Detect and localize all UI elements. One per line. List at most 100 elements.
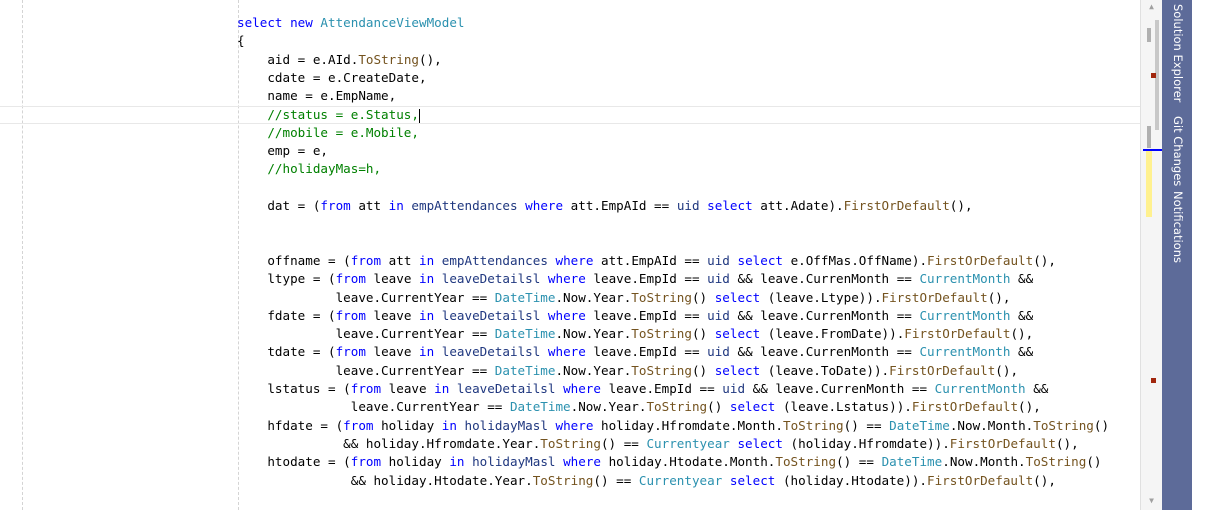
code-token: select — [707, 198, 761, 213]
code-token: in — [419, 253, 442, 268]
code-token: () — [1093, 418, 1110, 433]
code-token: ToString — [631, 326, 692, 341]
code-token: { — [237, 33, 245, 48]
code-line: && holiday.Hfromdate.Year.ToString() == … — [237, 435, 1079, 453]
code-token: () == — [836, 454, 882, 469]
code-token: leave.CurrentYear == — [237, 290, 495, 305]
code-token: where — [547, 344, 594, 359]
code-token: empAttendances — [441, 253, 556, 268]
tab-git-changes[interactable]: Git Changes — [1162, 116, 1192, 187]
code-token: (), — [1055, 436, 1079, 451]
tab-notifications[interactable]: Notifications — [1162, 191, 1192, 263]
code-token: //holidayMas=h, — [237, 161, 382, 176]
error-marker — [1151, 73, 1156, 78]
code-line: name = e.EmpName, — [237, 87, 396, 105]
code-token: leave — [373, 271, 419, 286]
code-token: (leave.Lstatus)). — [782, 399, 912, 414]
code-token: () — [691, 326, 715, 341]
code-token: in — [388, 198, 412, 213]
tab-label: Solution Explorer — [1171, 4, 1185, 103]
indent-guide — [22, 0, 23, 510]
code-line: leave.CurrentYear == DateTime.Now.Year.T… — [237, 325, 1034, 343]
code-token: FirstOrDefault — [927, 253, 1034, 268]
code-token: select — [729, 473, 783, 488]
code-token: () — [691, 363, 715, 378]
code-line: emp = e, — [237, 142, 328, 160]
code-token: FirstOrDefault — [927, 473, 1034, 488]
code-token: leave.CurrentYear == — [237, 326, 495, 341]
code-token: dat = ( — [237, 198, 321, 213]
code-line: leave.CurrentYear == DateTime.Now.Year.T… — [237, 362, 1018, 380]
code-token: holiday — [381, 418, 442, 433]
code-token: att — [388, 253, 419, 268]
code-token: from — [335, 308, 374, 323]
code-editor[interactable]: select new AttendanceViewModel{ aid = e.… — [0, 0, 1140, 510]
code-token: select — [714, 363, 768, 378]
code-token: where — [525, 198, 571, 213]
code-token: .Now.Month. — [949, 418, 1034, 433]
code-token: () == — [600, 436, 647, 451]
scroll-up-arrow-icon[interactable]: ▲ — [1141, 0, 1162, 14]
tab-solution-explorer[interactable]: Solution Explorer — [1162, 4, 1192, 108]
code-line: leave.CurrentYear == DateTime.Now.Year.T… — [237, 398, 1041, 416]
code-token: where — [547, 308, 594, 323]
code-token: ToString — [631, 363, 692, 378]
code-token: (), — [1033, 253, 1056, 268]
code-token: name = e.EmpName, — [237, 88, 397, 103]
code-line: tdate = (from leave in leaveDetailsl whe… — [237, 343, 1033, 361]
code-token: uid — [722, 381, 753, 396]
code-line: lstatus = (from leave in leaveDetailsl w… — [237, 380, 1048, 398]
code-token: in — [419, 344, 442, 359]
code-token: (holiday.Hfromdate)). — [790, 436, 950, 451]
code-token: () == — [593, 473, 639, 488]
code-token: leaveDetailsl — [441, 344, 548, 359]
code-token: leave.EmpId == — [593, 308, 708, 323]
code-token: from — [350, 381, 389, 396]
scroll-down-arrow-icon[interactable]: ▼ — [1141, 494, 1162, 508]
code-token: offname = ( — [237, 253, 351, 268]
code-token: leave.CurrentYear == — [237, 399, 510, 414]
code-line: htodate = (from holiday in holidayMasl w… — [237, 453, 1101, 471]
code-token: uid — [707, 308, 738, 323]
code-token: .Now.Year. — [570, 399, 647, 414]
code-token: att — [358, 198, 389, 213]
code-token: && holiday.Htodate.Year. — [237, 473, 533, 488]
code-token: () — [691, 290, 715, 305]
text-caret — [418, 108, 420, 123]
code-token: FirstOrDefault — [889, 363, 996, 378]
code-token: select — [737, 253, 791, 268]
code-token: holiday.Hfromdate.Month. — [601, 418, 783, 433]
code-token: (), — [987, 290, 1011, 305]
tab-label: Git Changes — [1171, 116, 1185, 187]
code-token: holiday.Htodate.Month. — [608, 454, 776, 469]
vertical-scrollbar[interactable]: ▲ ▼ — [1140, 0, 1163, 510]
code-token: (), — [995, 363, 1019, 378]
code-token: FirstOrDefault — [949, 436, 1056, 451]
code-token: && leave.CurrenMonth == — [752, 381, 935, 396]
code-token: ToString — [1033, 418, 1094, 433]
code-token: leave.CurrentYear == — [237, 363, 495, 378]
code-token: && leave.CurrenMonth == — [737, 271, 920, 286]
code-token: ltype = ( — [237, 271, 336, 286]
code-token: FirstOrDefault — [904, 326, 1011, 341]
code-token: && leave.CurrenMonth == — [737, 308, 920, 323]
code-line: hfdate = (from holiday in holidayMasl wh… — [237, 417, 1109, 435]
code-token: DateTime — [509, 399, 571, 414]
code-token: empAttendances — [411, 198, 526, 213]
scroll-marker — [1147, 28, 1151, 42]
code-token: DateTime — [494, 290, 556, 305]
code-token: && leave.CurrenMonth == — [737, 344, 920, 359]
code-token: FirstOrDefault — [843, 198, 950, 213]
code-token: leaveDetailsl — [441, 308, 548, 323]
code-token: htodate = ( — [237, 454, 351, 469]
code-token: where — [563, 381, 609, 396]
code-token: where — [555, 253, 601, 268]
code-token: leave — [388, 381, 435, 396]
code-line: //status = e.Status, — [237, 106, 420, 124]
code-token: .Now.Year. — [555, 363, 632, 378]
code-token: DateTime — [889, 418, 950, 433]
code-token: && — [1033, 381, 1049, 396]
code-token: select — [737, 436, 791, 451]
code-token: ToString — [775, 454, 837, 469]
code-token: in — [449, 454, 473, 469]
